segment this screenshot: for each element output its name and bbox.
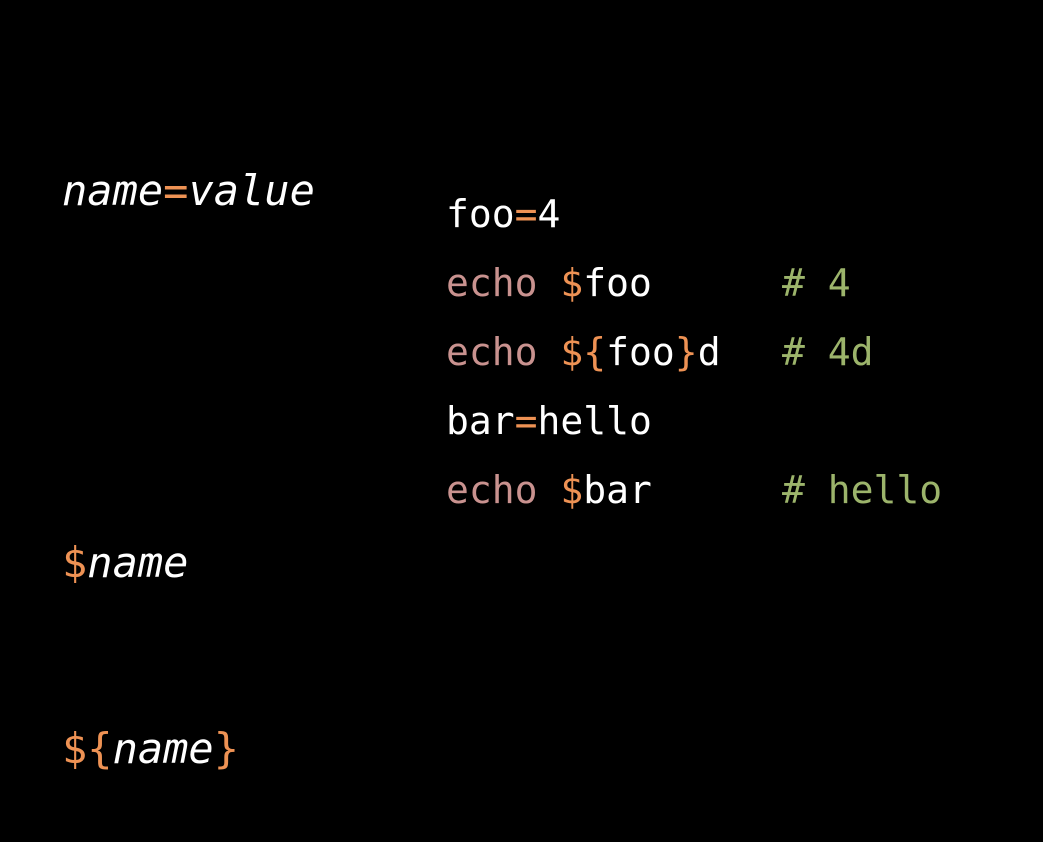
- code-statement: echo $bar: [446, 456, 782, 525]
- code-comment: # 4: [782, 261, 851, 305]
- ref-name: name: [87, 538, 189, 587]
- assign-value: value: [188, 166, 315, 215]
- code-statement: echo ${foo}d: [446, 318, 782, 387]
- code-example: foo=4 echo $foo # 4 echo ${foo}d # 4d bar=hel…: [446, 180, 942, 525]
- code-statement: echo $foo: [446, 249, 782, 318]
- code-token: =: [514, 192, 538, 236]
- code-token: hello: [537, 399, 652, 443]
- code-token: foo: [583, 261, 652, 305]
- reference-simple: $name: [62, 532, 315, 594]
- code-line: bar=hello: [446, 387, 942, 456]
- code-line: echo $bar # hello: [446, 456, 942, 525]
- code-statement: foo=4: [446, 180, 782, 249]
- code-line: echo $foo # 4: [446, 249, 942, 318]
- code-token: bar: [583, 468, 652, 512]
- code-token: foo: [606, 330, 675, 374]
- open-brace: ${: [62, 724, 113, 773]
- reference-braced: ${name}: [62, 718, 315, 780]
- code-token: foo: [446, 192, 515, 236]
- close-brace: }: [213, 724, 240, 773]
- code-token: echo: [446, 261, 561, 305]
- dollar-sigil: $: [62, 538, 88, 587]
- code-comment: # 4d: [782, 330, 874, 374]
- code-token: 4: [537, 192, 561, 236]
- code-line: echo ${foo}d # 4d: [446, 318, 942, 387]
- assign-name: name: [62, 166, 164, 215]
- ref-name: name: [112, 724, 214, 773]
- code-comment: # hello: [782, 468, 943, 512]
- code-token: $: [560, 468, 584, 512]
- assign-operator: =: [163, 166, 189, 215]
- syntax-panel: name=value $name ${name}: [62, 36, 315, 842]
- code-token: =: [514, 399, 538, 443]
- code-token: ${: [560, 330, 607, 374]
- code-token: $: [560, 261, 584, 305]
- code-token: d: [697, 330, 721, 374]
- code-statement: bar=hello: [446, 387, 782, 456]
- code-token: bar: [446, 399, 515, 443]
- assignment-syntax: name=value: [62, 160, 315, 222]
- code-line: foo=4: [446, 180, 942, 249]
- code-token: }: [674, 330, 698, 374]
- code-token: echo: [446, 330, 561, 374]
- code-token: echo: [446, 468, 561, 512]
